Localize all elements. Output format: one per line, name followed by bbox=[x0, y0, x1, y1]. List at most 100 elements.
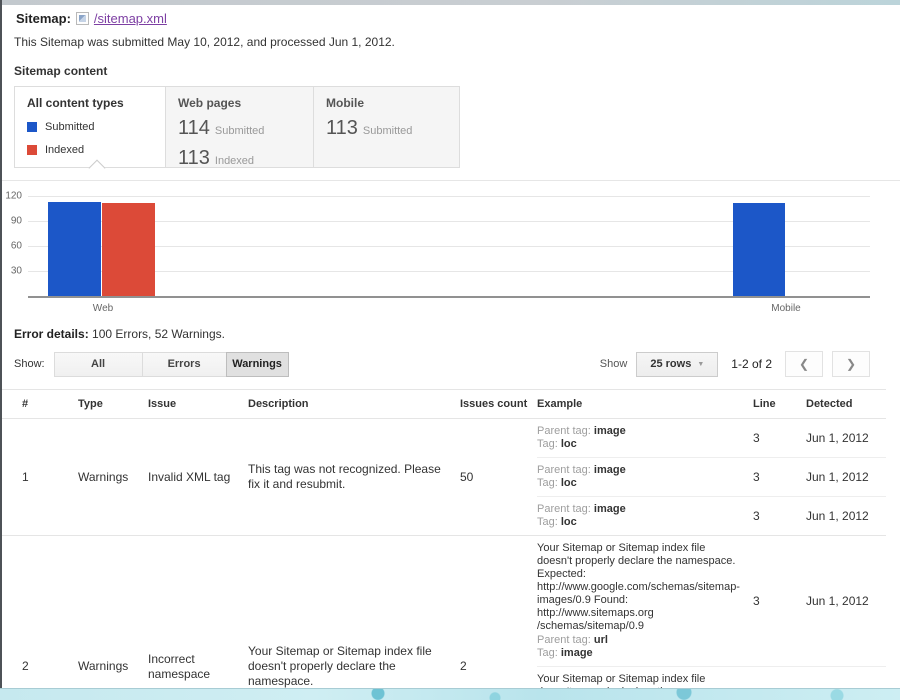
content-type-selector: All content types Submitted Indexed Web … bbox=[14, 86, 460, 168]
sitemap-bar-chart: 30 60 90 120 Web Mobile bbox=[0, 180, 900, 312]
tag-value: loc bbox=[561, 516, 577, 528]
example-detected: Jun 1, 2012 bbox=[800, 509, 886, 524]
table-controls: Show: All Errors Warnings Show 25 rows ▼… bbox=[14, 351, 870, 377]
header-issue: Issue bbox=[148, 398, 248, 410]
tab-mobile[interactable]: Mobile 113 Submitted bbox=[313, 87, 459, 167]
prev-page-button[interactable]: ❮ bbox=[785, 351, 823, 377]
xlabel-mobile: Mobile bbox=[771, 303, 800, 314]
example-line: 3 bbox=[750, 509, 800, 524]
filter-all-button[interactable]: All bbox=[54, 352, 143, 377]
bar-web-submitted bbox=[48, 202, 101, 297]
issues-table: # Type Issue Description Issues count Ex… bbox=[0, 389, 886, 700]
row2-issues-count: 2 bbox=[460, 659, 537, 674]
pagination-show-label: Show bbox=[600, 358, 628, 370]
ytick-120: 120 bbox=[5, 191, 22, 202]
row2-type: Warnings bbox=[78, 659, 148, 674]
tag-value: loc bbox=[561, 438, 577, 450]
example-detected: Jun 1, 2012 bbox=[800, 431, 886, 446]
table-header-row: # Type Issue Description Issues count Ex… bbox=[0, 389, 886, 418]
tag-label: Tag: bbox=[537, 477, 558, 489]
tab-mobile-label: Mobile bbox=[326, 96, 447, 110]
filter-errors-button[interactable]: Errors bbox=[142, 352, 227, 377]
mobile-submitted-stat: 113 Submitted bbox=[326, 117, 447, 140]
parent-tag-value: image bbox=[594, 425, 626, 437]
example-message: Your Sitemap or Sitemap index file doesn… bbox=[537, 542, 740, 633]
legend-submitted: Submitted bbox=[27, 121, 153, 133]
legend-indexed-label: Indexed bbox=[45, 144, 84, 156]
example-detected: Jun 1, 2012 bbox=[800, 594, 886, 609]
table-row: 2 Warnings Incorrect namespace Your Site… bbox=[0, 535, 886, 700]
bar-mobile-submitted bbox=[733, 203, 785, 297]
tab-web-label: Web pages bbox=[178, 96, 301, 110]
tag-label: Tag: bbox=[537, 516, 558, 528]
header-description: Description bbox=[248, 398, 460, 410]
xlabel-web: Web bbox=[93, 303, 113, 314]
web-submitted-label: Submitted bbox=[215, 125, 265, 137]
parent-tag-value: url bbox=[594, 634, 608, 646]
tab-web-pages[interactable]: Web pages 114 Submitted 113 Indexed bbox=[165, 87, 313, 167]
header-issues-count: Issues count bbox=[460, 398, 537, 410]
parent-tag-label: Parent tag: bbox=[537, 464, 591, 476]
example-detail: Parent tag: image Tag: loc bbox=[537, 425, 750, 451]
example-row: Parent tag: image Tag: loc 3 Jun 1, 2012 bbox=[537, 496, 886, 535]
row2-examples: Your Sitemap or Sitemap index file doesn… bbox=[537, 536, 886, 700]
header-example: Example bbox=[537, 398, 750, 410]
dropdown-arrow-icon: ▼ bbox=[697, 361, 704, 368]
web-submitted-stat: 114 Submitted bbox=[178, 117, 301, 140]
parent-tag-label: Parent tag: bbox=[537, 503, 591, 515]
gridline-120: 120 bbox=[28, 196, 870, 197]
tab-all-content-types[interactable]: All content types Submitted Indexed bbox=[15, 87, 165, 167]
error-details-label: Error details: bbox=[14, 327, 89, 341]
chart-plot-area: 30 60 90 120 bbox=[28, 189, 870, 297]
rows-per-page-value: 25 rows bbox=[650, 358, 691, 370]
tag-label: Tag: bbox=[537, 438, 558, 450]
header-detected: Detected bbox=[800, 398, 886, 410]
ytick-30: 30 bbox=[11, 266, 22, 277]
row1-issue: Invalid XML tag bbox=[148, 470, 248, 485]
example-line: 3 bbox=[750, 470, 800, 485]
tag-label: Tag: bbox=[537, 647, 558, 659]
filter-warnings-button[interactable]: Warnings bbox=[226, 352, 289, 377]
row2-num: 2 bbox=[0, 659, 78, 674]
parent-tag-value: image bbox=[594, 503, 626, 515]
example-detected: Jun 1, 2012 bbox=[800, 470, 886, 485]
sitemap-link[interactable]: /sitemap.xml bbox=[94, 11, 167, 26]
bar-web-indexed bbox=[102, 203, 155, 297]
example-line: 3 bbox=[750, 594, 800, 609]
header-line: Line bbox=[750, 398, 800, 410]
mobile-submitted-label: Submitted bbox=[363, 125, 413, 137]
row1-type: Warnings bbox=[78, 470, 148, 485]
row2-description: Your Sitemap or Sitemap index file doesn… bbox=[248, 644, 460, 689]
row1-examples: Parent tag: image Tag: loc 3 Jun 1, 2012… bbox=[537, 419, 886, 535]
parent-tag-label: Parent tag: bbox=[537, 425, 591, 437]
web-indexed-label: Indexed bbox=[215, 155, 254, 167]
chart-baseline bbox=[28, 296, 870, 298]
row1-description: This tag was not recognized. Please fix … bbox=[248, 462, 460, 492]
next-page-button[interactable]: ❯ bbox=[832, 351, 870, 377]
mobile-submitted-value: 113 bbox=[326, 117, 358, 140]
example-line: 3 bbox=[750, 431, 800, 446]
web-indexed-value: 113 bbox=[178, 147, 210, 170]
rows-per-page-dropdown[interactable]: 25 rows ▼ bbox=[636, 352, 718, 377]
window-left-border bbox=[0, 0, 2, 688]
chevron-right-icon: ❯ bbox=[846, 357, 856, 371]
sitemap-label: Sitemap: bbox=[16, 11, 71, 26]
example-detail: Parent tag: image Tag: loc bbox=[537, 503, 750, 529]
tab-all-label: All content types bbox=[27, 96, 153, 110]
example-detail: Parent tag: image Tag: loc bbox=[537, 464, 750, 490]
filter-group: Show: All Errors Warnings bbox=[14, 352, 289, 377]
header-num: # bbox=[0, 398, 78, 410]
indexed-swatch-icon bbox=[27, 145, 37, 155]
ytick-90: 90 bbox=[11, 216, 22, 227]
window-top-strip bbox=[0, 0, 900, 5]
table-row: 1 Warnings Invalid XML tag This tag was … bbox=[0, 418, 886, 535]
sitemap-file-icon bbox=[76, 12, 89, 25]
row1-issues-count: 50 bbox=[460, 470, 537, 485]
header-type: Type bbox=[78, 398, 148, 410]
desktop-wallpaper-strip bbox=[0, 688, 900, 700]
web-submitted-value: 114 bbox=[178, 117, 210, 140]
sitemap-header: Sitemap: /sitemap.xml bbox=[16, 11, 900, 26]
submitted-swatch-icon bbox=[27, 122, 37, 132]
sitemap-status-text: This Sitemap was submitted May 10, 2012,… bbox=[14, 35, 900, 49]
example-row: Parent tag: image Tag: loc 3 Jun 1, 2012 bbox=[537, 419, 886, 457]
